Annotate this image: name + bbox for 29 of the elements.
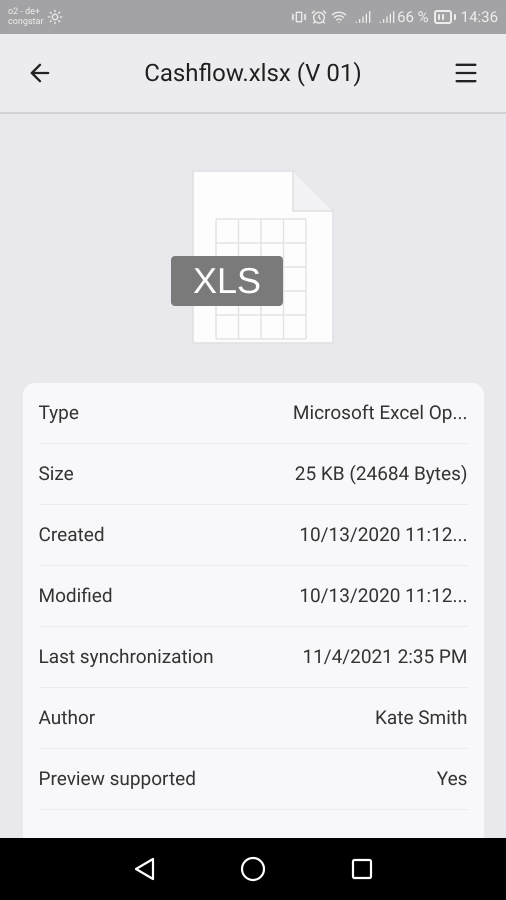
recents-nav-icon[interactable] <box>351 858 373 880</box>
brightness-icon <box>47 9 64 25</box>
detail-label: Type <box>38 400 79 426</box>
carrier-text: o2 - de+ <box>8 7 42 17</box>
window-title: Cashflow.xlsx (V 01) <box>143 58 363 89</box>
signal-icon <box>379 9 396 25</box>
detail-label: Last synchronization <box>38 644 214 670</box>
detail-label: Size <box>38 460 74 487</box>
detail-value: 10/13/2020 11:12... <box>299 522 468 548</box>
carrier-text: congstar <box>8 17 44 27</box>
detail-value: 25 KB (24684 Bytes) <box>294 460 468 487</box>
detail-label: Created <box>38 522 105 548</box>
wifi-icon <box>331 9 348 25</box>
clock-time: 14:36 <box>460 6 498 28</box>
detail-label: Preview supported <box>38 766 196 792</box>
signal-icon <box>355 9 372 25</box>
detail-value: Yes <box>436 766 468 792</box>
detail-label: Modified <box>38 582 113 609</box>
battery-percent: 66 % <box>397 6 429 28</box>
detail-value: 10/13/2020 11:12... <box>299 582 468 609</box>
detail-value: Microsoft Excel Op... <box>292 400 468 426</box>
home-nav-icon[interactable] <box>240 856 266 882</box>
vibrate-icon <box>291 9 308 25</box>
detail-value: 11/4/2021 2:35 PM <box>302 644 468 670</box>
detail-value: Kate Smith <box>374 704 468 731</box>
detail-label: Author <box>38 704 96 731</box>
back-nav-icon[interactable] <box>133 857 155 881</box>
file-type-badge: XLS <box>171 256 283 306</box>
alarm-icon <box>311 9 328 25</box>
